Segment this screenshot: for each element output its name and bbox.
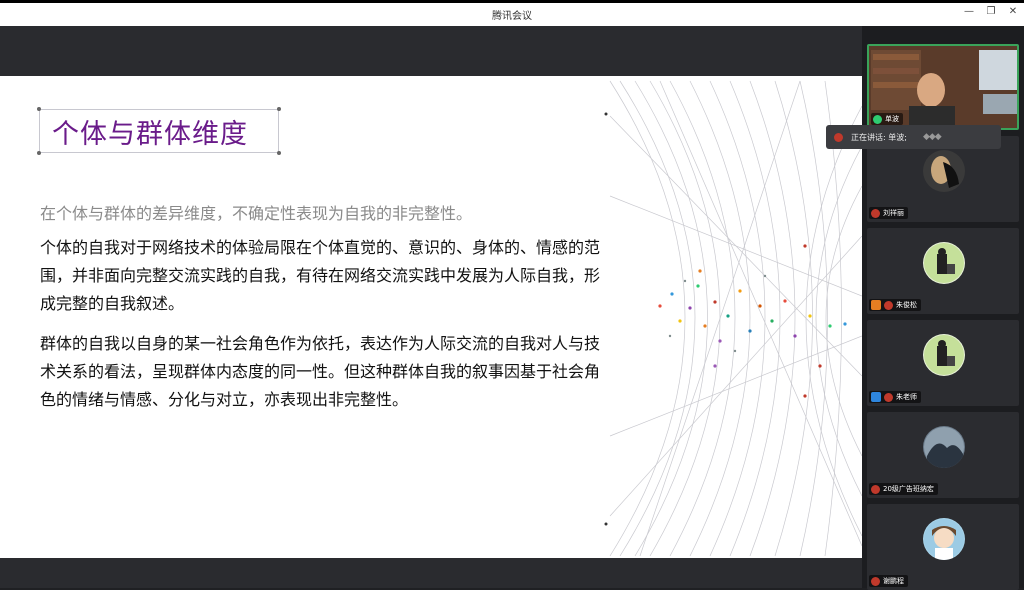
- microphone-muted-icon: [871, 576, 880, 586]
- slide-subtitle: 在个体与群体的差异维度，不确定性表现为自我的非完整性。: [40, 204, 473, 223]
- participant-nameplate: 单波: [871, 113, 903, 125]
- avatar: [923, 334, 965, 376]
- participant-name: 朱老师: [896, 393, 917, 401]
- participant-tile[interactable]: 朱老师: [867, 320, 1019, 406]
- participant-nameplate: 朱俊松: [869, 299, 921, 311]
- participant-tile[interactable]: 20级广告班纳宏: [867, 412, 1019, 498]
- microphone-muted-icon: [871, 208, 880, 218]
- window-controls: — ❐ ✕: [964, 6, 1018, 17]
- slide-title: 个体与群体维度: [52, 118, 248, 150]
- microphone-icon: [834, 132, 843, 142]
- participant-name: 20级广告班纳宏: [883, 485, 934, 493]
- shared-screen-area: 个体与群体维度 在个体与群体的差异维度，不确定性表现为自我的非完整性。 个体的自…: [0, 26, 862, 588]
- bottom-dark-bar: [0, 558, 862, 588]
- minimize-icon[interactable]: —: [964, 6, 974, 17]
- participant-nameplate: 朱老师: [869, 391, 921, 403]
- restore-icon[interactable]: ❐: [986, 6, 996, 17]
- decorative-network-graphic: [604, 80, 862, 557]
- corner-dot: [37, 151, 41, 155]
- avatar: [923, 150, 965, 192]
- participant-nameplate: 谢鹏程: [869, 575, 908, 587]
- top-dark-bar: [0, 26, 862, 76]
- participant-name: 单波: [885, 115, 899, 123]
- user-role-icon: [871, 392, 881, 402]
- corner-dot: [277, 107, 281, 111]
- participant-tile[interactable]: 谢鹏程: [867, 504, 1019, 590]
- participant-sidebar: 单波 刘祥丽 朱俊松 朱老师 20级广告班纳宏 谢鹏程: [862, 26, 1024, 590]
- participant-nameplate: 刘祥丽: [869, 207, 908, 219]
- corner-dot: [277, 151, 281, 155]
- participant-name: 谢鹏程: [883, 577, 904, 585]
- slide-paragraph-1: 个体的自我对于网络技术的体验局限在个体直觉的、意识的、身体的、情感的范围，并非面…: [40, 238, 601, 313]
- close-icon[interactable]: ✕: [1008, 6, 1018, 17]
- microphone-muted-icon: [871, 484, 880, 494]
- audio-wave-icon: ◆◆◆: [922, 132, 942, 142]
- microphone-muted-icon: [884, 300, 893, 310]
- user-role-icon: [871, 300, 881, 310]
- microphone-muted-icon: [884, 392, 893, 402]
- window-title: 腾讯会议: [492, 11, 532, 22]
- slide-paragraph-2: 群体的自我以自身的某一社会角色作为依托，表达作为人际交流的自我对人与技术关系的看…: [40, 334, 601, 409]
- avatar: [923, 426, 965, 468]
- participant-tile-active-speaker[interactable]: 单波: [867, 44, 1019, 130]
- participant-nameplate: 20级广告班纳宏: [869, 483, 938, 495]
- participant-tile[interactable]: 朱俊松: [867, 228, 1019, 314]
- slide-title-box: 个体与群体维度: [37, 107, 281, 155]
- speaking-indicator-label: 正在讲话: 单波;: [851, 132, 907, 142]
- avatar: [923, 242, 965, 284]
- presentation-slide: 个体与群体维度 在个体与群体的差异维度，不确定性表现为自我的非完整性。 个体的自…: [0, 76, 862, 558]
- avatar: [923, 518, 965, 560]
- window-titlebar: 腾讯会议 — ❐ ✕: [0, 0, 1024, 26]
- microphone-icon: [873, 114, 882, 124]
- participant-name: 刘祥丽: [883, 209, 904, 217]
- speaking-indicator: 正在讲话: 单波; ◆◆◆: [826, 125, 1001, 149]
- corner-dot: [37, 107, 41, 111]
- participant-name: 朱俊松: [896, 301, 917, 309]
